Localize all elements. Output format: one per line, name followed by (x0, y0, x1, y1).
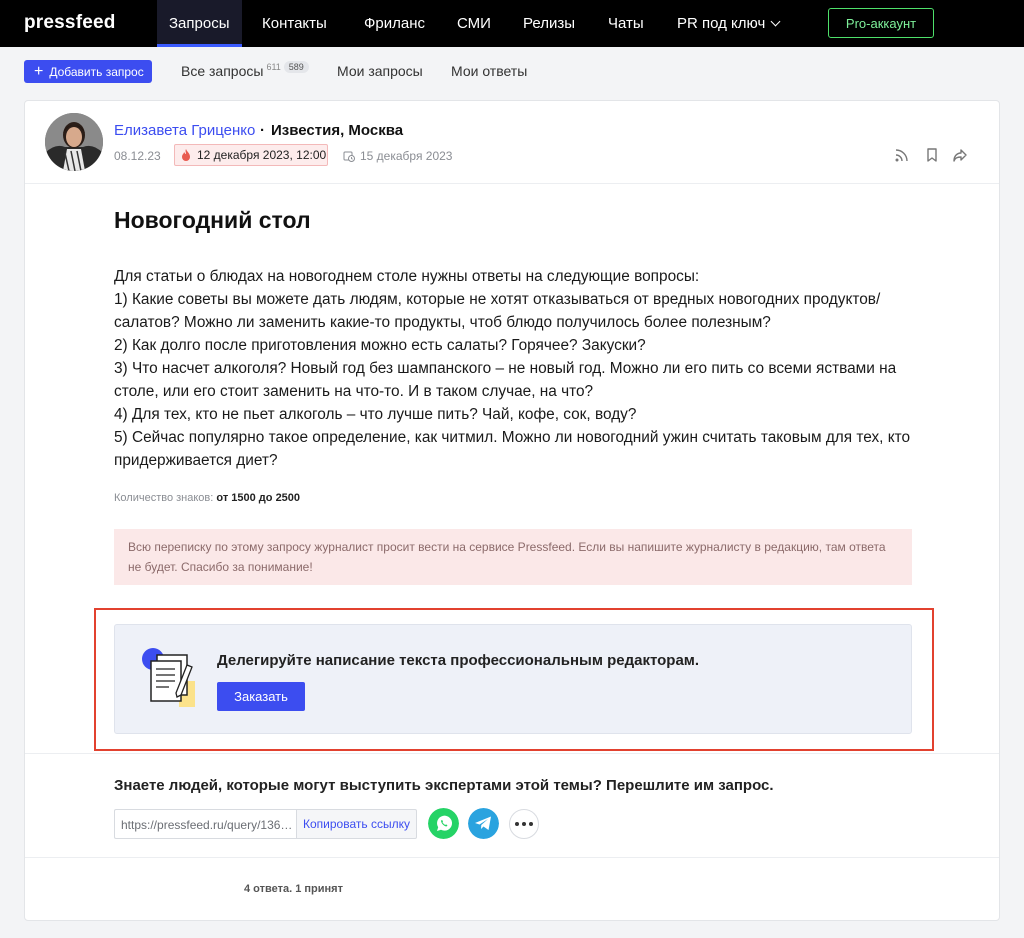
fire-icon (182, 149, 190, 161)
add-request-label: Добавить запрос (49, 64, 144, 79)
body-paragraph: 1) Какие советы вы можете дать людям, ко… (114, 291, 881, 331)
copy-link-button[interactable]: Копировать ссылку (296, 809, 417, 839)
avatar[interactable] (45, 113, 103, 171)
dot-icon (515, 822, 519, 826)
nav-item-pr-turnkey[interactable]: PR под ключ (677, 15, 781, 32)
nav-item-media[interactable]: СМИ (457, 15, 491, 32)
telegram-icon[interactable] (468, 808, 499, 839)
char-count-value: от 1500 до 2500 (216, 492, 301, 504)
notice-banner: Всю переписку по этому запросу журналист… (114, 529, 912, 585)
deadline-text: 12 декабря 2023, 12:00 (197, 148, 327, 162)
tab-my-answers[interactable]: Мои ответы (451, 63, 527, 79)
calendar-clock-icon (343, 151, 355, 162)
documents-pen-icon (142, 648, 195, 707)
body-paragraph: Для статьи о блюдах на новогоднем столе … (114, 268, 700, 285)
body-paragraph: 5) Сейчас популярно такое определение, к… (114, 429, 911, 469)
share-heading: Знаете людей, которые могут выступить эк… (114, 777, 774, 794)
order-button[interactable]: Заказать (217, 682, 305, 711)
rss-icon[interactable] (894, 147, 910, 163)
nav-item-freelance[interactable]: Фриланс (364, 15, 425, 32)
promo-text: Делегируйте написание текста профессиона… (217, 652, 700, 669)
publish-date: 15 декабря 2023 (343, 149, 452, 163)
body-paragraph: 2) Как долго после приготовления можно е… (114, 337, 646, 354)
nav-item-contacts[interactable]: Контакты (262, 15, 327, 32)
body-paragraph: 4) Для тех, кто не пьет алкоголь – что л… (114, 406, 637, 423)
nav-item-releases[interactable]: Релизы (523, 15, 575, 32)
author-name-link[interactable]: Елизавета Гриценко (114, 122, 255, 139)
char-count: Количество знаков: от 1500 до 2500 (114, 492, 300, 504)
nav-item-requests[interactable]: Запросы (169, 15, 230, 32)
top-navigation: pressfeed Запросы Контакты Фриланс СМИ Р… (0, 0, 1024, 47)
share-arrow-icon[interactable] (952, 147, 968, 163)
chevron-down-icon (770, 16, 781, 27)
answers-summary: 4 ответа. 1 принят (244, 883, 343, 895)
promo-banner: Делегируйте написание текста профессиона… (114, 624, 912, 734)
deadline-badge: 12 декабря 2023, 12:00 (174, 144, 328, 166)
request-title: Новогодний стол (114, 207, 311, 233)
tab-all-requests[interactable]: Все запросы 611 589 (181, 61, 309, 79)
add-request-button[interactable]: + Добавить запрос (24, 60, 152, 83)
outlet-name: Известия, Москва (271, 122, 404, 139)
new-requests-badge: 589 (283, 61, 309, 73)
author-outlet: · Известия, Москва (260, 122, 403, 139)
bookmark-icon[interactable] (924, 147, 940, 163)
dot-icon (529, 822, 533, 826)
header-divider (25, 183, 999, 184)
share-link-field[interactable]: https://pressfeed.ru/query/136… (114, 809, 296, 839)
nav-item-chats[interactable]: Чаты (608, 15, 644, 32)
pro-account-button[interactable]: Pro-аккаунт (828, 8, 934, 38)
plus-icon: + (34, 62, 44, 80)
all-requests-count: 611 (266, 62, 281, 72)
tab-all-requests-label: Все запросы (181, 63, 264, 79)
dot-icon (522, 822, 526, 826)
promo-divider (25, 753, 999, 754)
logo[interactable]: pressfeed (24, 12, 116, 34)
request-body: Для статьи о блюдах на новогоднем столе … (114, 265, 914, 472)
char-count-label: Количество знаков: (114, 492, 214, 504)
request-card: Елизавета Гриценко · Известия, Москва 08.… (24, 100, 1000, 921)
separator-dot: · (260, 122, 265, 139)
share-divider (25, 857, 999, 858)
body-paragraph: 3) Что насчет алкоголя? Новый год без ша… (114, 360, 897, 400)
nav-active-indicator (157, 44, 242, 47)
more-options-button[interactable] (509, 809, 539, 839)
nav-item-pr-label: PR под ключ (677, 15, 766, 32)
whatsapp-icon[interactable] (428, 808, 459, 839)
tab-my-requests[interactable]: Мои запросы (337, 63, 423, 79)
publish-date-text: 15 декабря 2023 (360, 149, 453, 163)
posted-date: 08.12.23 (114, 149, 161, 163)
